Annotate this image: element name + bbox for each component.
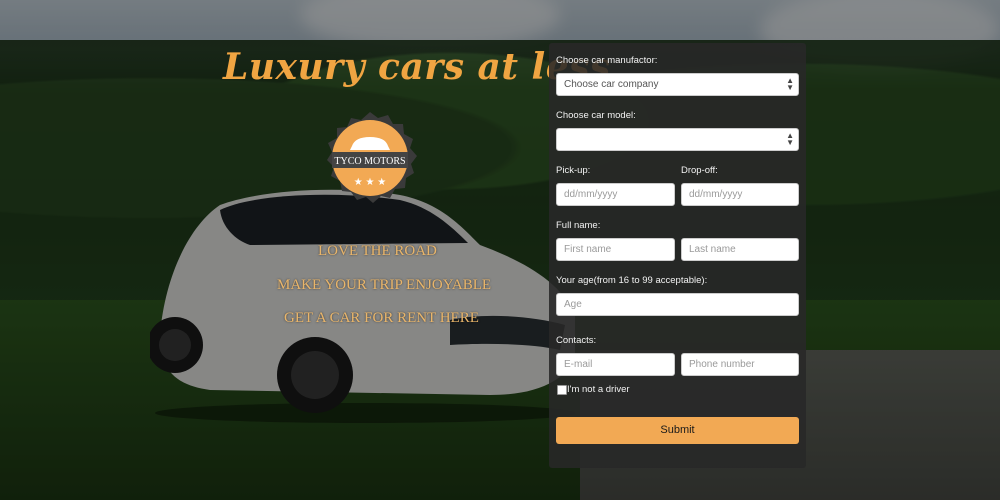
- tagline-2: MAKE YOUR TRIP ENJOYABLE: [277, 277, 492, 293]
- badge-text: TYCO MOTORS: [334, 156, 405, 167]
- fullname-label: Full name:: [556, 220, 601, 231]
- tyco-motors-logo: TYCO MOTORS ★ ★ ★: [327, 112, 417, 203]
- dropoff-label: Drop-off:: [681, 165, 718, 176]
- manufacturer-selected-value: Choose car company: [564, 79, 659, 90]
- pickup-date-input[interactable]: dd/mm/yyyy: [556, 183, 675, 206]
- age-label: Your age(from 16 to 99 acceptable):: [556, 275, 708, 286]
- manufacturer-label: Choose car manufactor:: [556, 55, 658, 66]
- contacts-label: Contacts:: [556, 335, 597, 346]
- last-name-input[interactable]: Last name: [681, 238, 799, 261]
- svg-text:★ ★ ★: ★ ★ ★: [354, 177, 386, 188]
- not-driver-checkbox[interactable]: [557, 385, 567, 395]
- age-input[interactable]: Age: [556, 293, 799, 316]
- select-arrows-icon: ▲ ▼: [786, 131, 794, 147]
- manufacturer-select[interactable]: Choose car company ▲ ▼: [556, 73, 799, 96]
- dropoff-date-input[interactable]: dd/mm/yyyy: [681, 183, 799, 206]
- model-label: Choose car model:: [556, 110, 636, 121]
- tagline-3: GET A CAR FOR RENT HERE: [284, 310, 479, 326]
- model-select[interactable]: ▲ ▼: [556, 128, 799, 151]
- first-name-input[interactable]: First name: [556, 238, 675, 261]
- not-driver-label[interactable]: I'm not a driver: [567, 384, 630, 395]
- phone-input[interactable]: Phone number: [681, 353, 799, 376]
- submit-button[interactable]: Submit: [556, 417, 799, 444]
- select-arrows-icon: ▲ ▼: [786, 76, 794, 92]
- tagline-1: LOVE THE ROAD: [318, 243, 437, 259]
- pickup-label: Pick-up:: [556, 165, 591, 176]
- email-input[interactable]: E-mail: [556, 353, 675, 376]
